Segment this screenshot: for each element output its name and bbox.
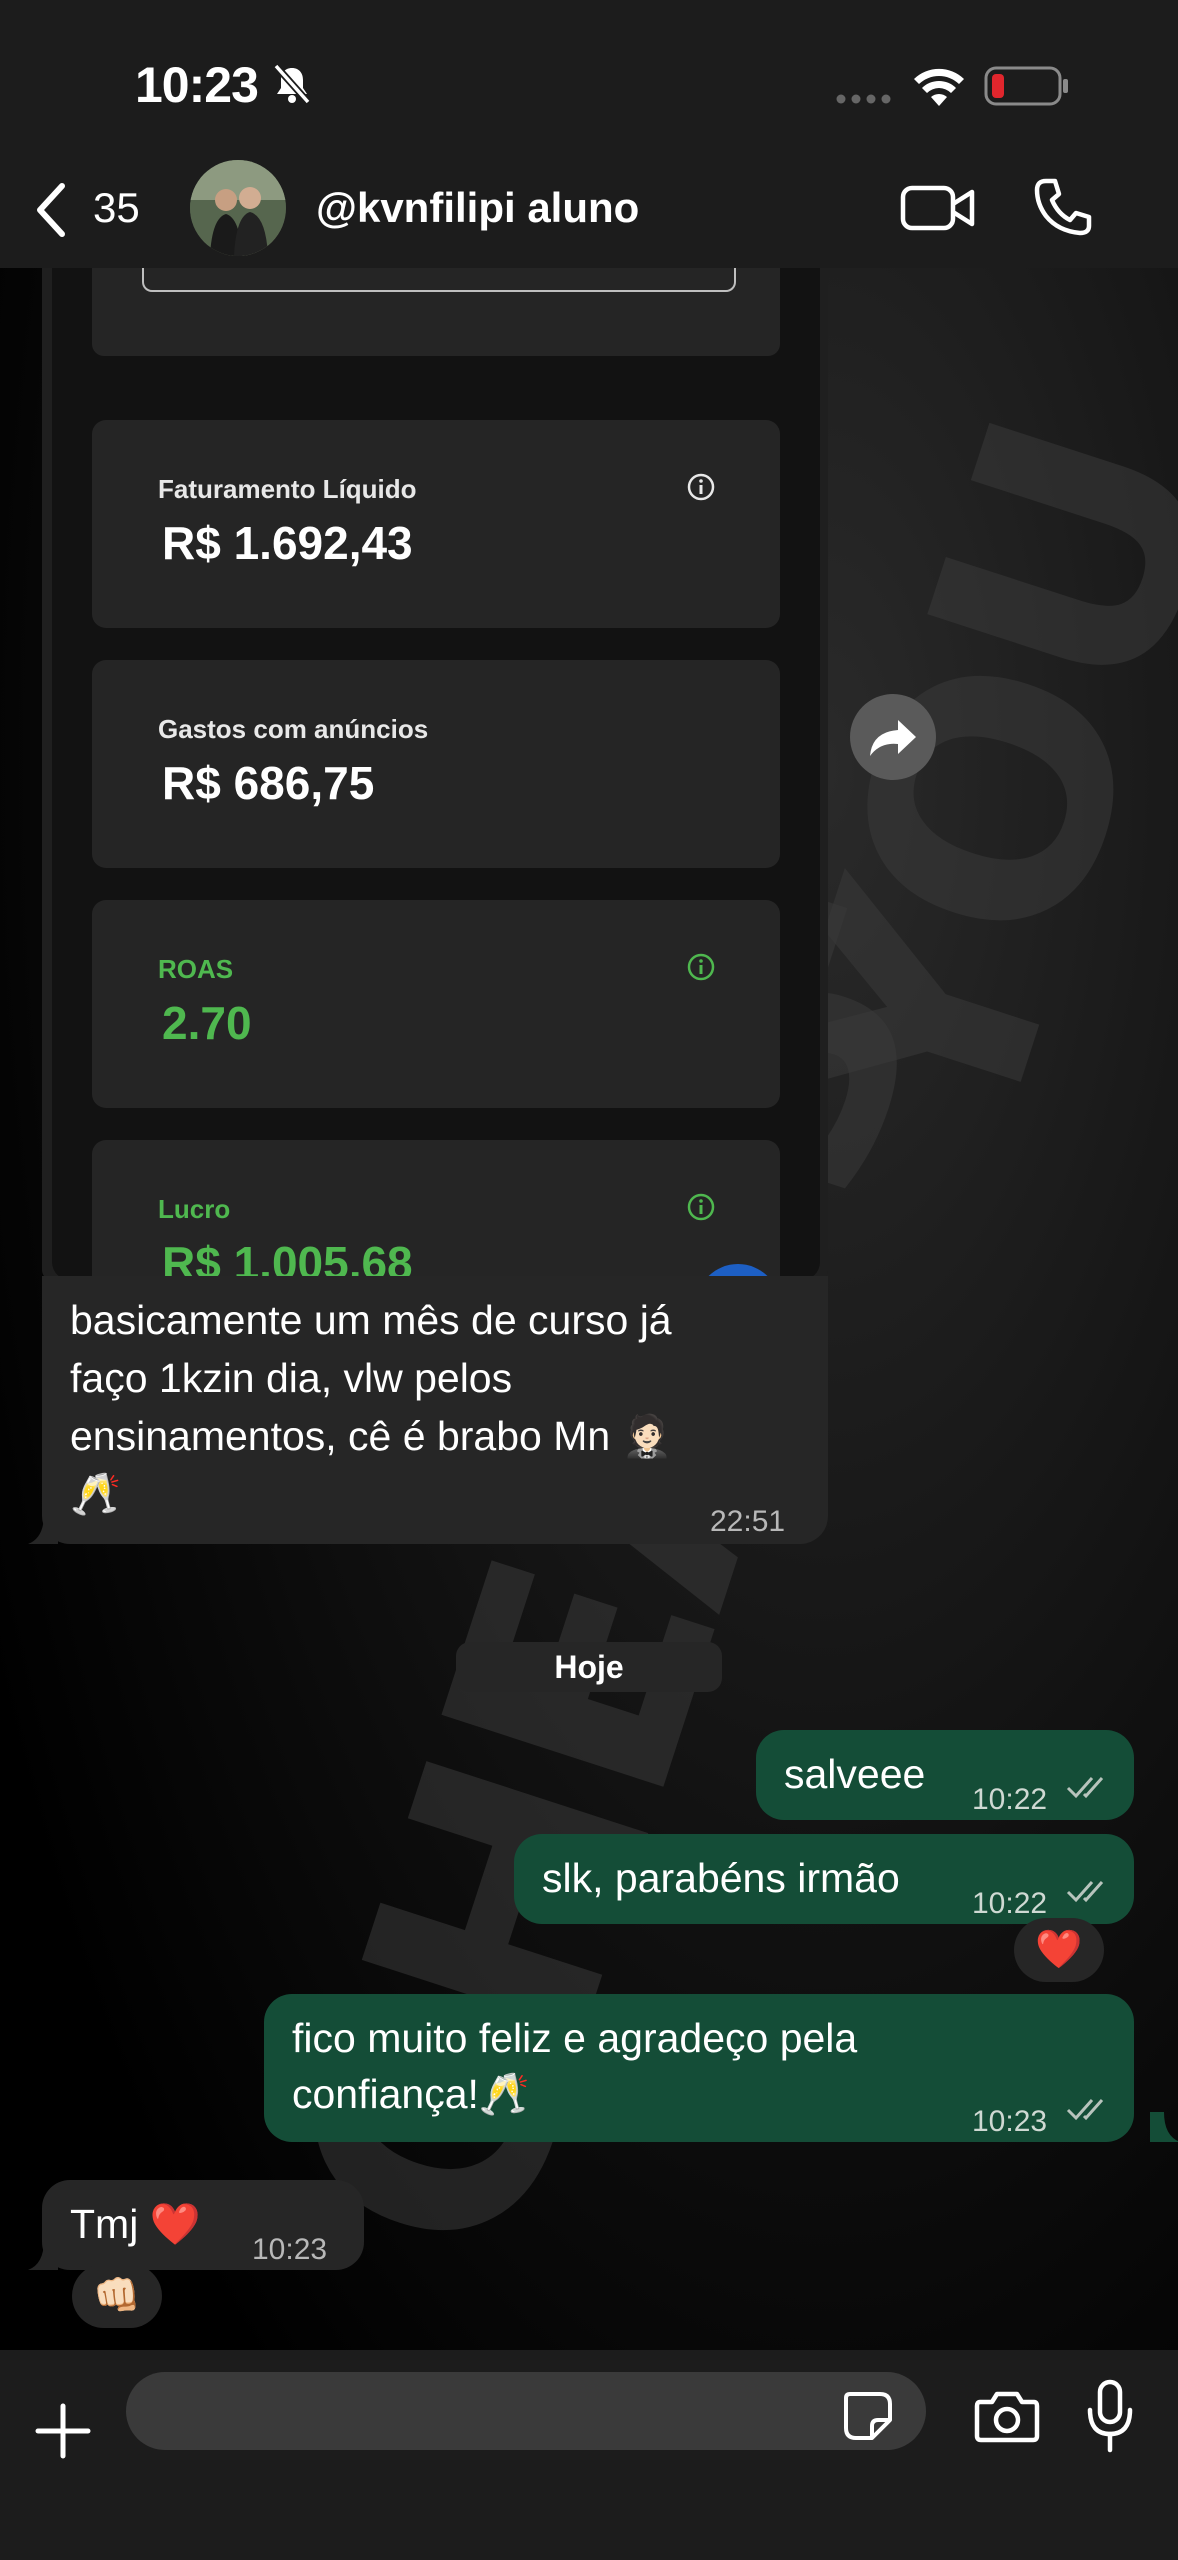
bubble-tail [28, 2240, 58, 2270]
info-icon [687, 1193, 715, 1221]
video-call-icon[interactable] [900, 180, 976, 236]
date-separator: Hoje [456, 1642, 722, 1692]
card-label: Lucro [158, 1194, 231, 1224]
contact-name[interactable]: @kvnfilipi aluno [316, 184, 639, 232]
outgoing-message[interactable]: salveee 10:22 [756, 1730, 1134, 1820]
card-gastos: Gastos com anúncios R$ 686,75 [92, 660, 780, 868]
message-text: faço 1kzin dia, vlw pelos [70, 1355, 513, 1401]
message-text: salveee [784, 1751, 926, 1797]
card-value: R$ 1.005,68 [162, 1237, 413, 1280]
bubble-tail [1150, 2112, 1178, 2142]
back-chevron-icon[interactable] [30, 180, 74, 240]
card-value: R$ 1.692,43 [162, 517, 413, 569]
plus-icon[interactable] [34, 2402, 92, 2460]
message-text: 🥂 [70, 1471, 122, 1517]
dashboard-top-card [92, 268, 780, 356]
contact-avatar[interactable] [190, 160, 286, 256]
reaction-badge[interactable]: ❤️ [1014, 1918, 1104, 1982]
camera-icon[interactable] [974, 2388, 1040, 2444]
reaction-badge[interactable]: 👊🏻 [72, 2264, 162, 2328]
phone-call-icon[interactable] [1032, 176, 1094, 238]
outgoing-message[interactable]: slk, parabéns irmão 10:22 [514, 1834, 1134, 1924]
message-text: ensinamentos, cê é brabo Mn 🤵🏻 [70, 1413, 673, 1459]
status-bar: 10:23 [0, 0, 1178, 160]
microphone-icon[interactable] [1086, 2378, 1134, 2454]
card-label: Faturamento Líquido [158, 474, 417, 504]
dashboard-screenshot: Faturamento Líquido R$ 1.692,43 Gastos c… [52, 268, 820, 1280]
card-value: 2.70 [162, 997, 252, 1049]
message-text: slk, parabéns irmão [542, 1855, 900, 1901]
message-text: fico muito feliz e agradeço pela [292, 2015, 858, 2061]
message-time: 10:23 [252, 2233, 328, 2266]
read-ticks-icon [1066, 1777, 1104, 1799]
message-input-bar [0, 2350, 1178, 2560]
chat-header: 35 @kvnfilipi aluno [0, 160, 1178, 268]
forward-arrow-icon [870, 720, 916, 756]
sticker-icon[interactable] [842, 2390, 894, 2442]
read-ticks-icon [1066, 1881, 1104, 1903]
read-ticks-icon [1066, 2099, 1104, 2121]
unread-count[interactable]: 35 [93, 184, 140, 232]
outgoing-message[interactable]: fico muito feliz e agradeço pela confian… [264, 1994, 1134, 2142]
message-text: basicamente um mês de curso já [70, 1297, 672, 1343]
info-icon [687, 473, 715, 501]
incoming-message[interactable]: Tmj ❤️ 10:23 [42, 2180, 364, 2270]
message-time: 10:23 [972, 2105, 1048, 2138]
card-lucro: Lucro R$ 1.005,68 [92, 1140, 780, 1280]
info-icon [687, 953, 715, 981]
avatar-photo-icon [190, 160, 286, 256]
incoming-message[interactable]: basicamente um mês de curso já faço 1kzi… [42, 1276, 828, 1544]
status-time: 10:23 [135, 57, 259, 113]
bubble-tail [28, 1514, 58, 1544]
card-value: R$ 686,75 [162, 757, 375, 809]
card-roas: ROAS 2.70 [92, 900, 780, 1108]
message-input[interactable] [126, 2372, 926, 2450]
message-text: Tmj ❤️ [70, 2201, 201, 2247]
message-time: 22:51 [710, 1505, 786, 1538]
signal-icon [836, 94, 891, 104]
card-label: Gastos com anúncios [158, 714, 429, 744]
message-time: 10:22 [972, 1783, 1048, 1816]
image-message[interactable]: Faturamento Líquido R$ 1.692,43 Gastos c… [42, 268, 828, 1280]
card-faturamento: Faturamento Líquido R$ 1.692,43 [92, 420, 780, 628]
message-text: confiança!🥂 [292, 2071, 530, 2117]
wifi-icon [914, 68, 964, 106]
card-label: ROAS [158, 954, 234, 984]
fist-reaction: 👊🏻 [93, 2275, 141, 2317]
dashboard-field-outline [142, 268, 736, 292]
battery-icon [984, 66, 1068, 106]
heart-reaction: ❤️ [1035, 1929, 1083, 1971]
bell-off-icon [273, 63, 311, 105]
forward-button[interactable] [850, 694, 936, 780]
